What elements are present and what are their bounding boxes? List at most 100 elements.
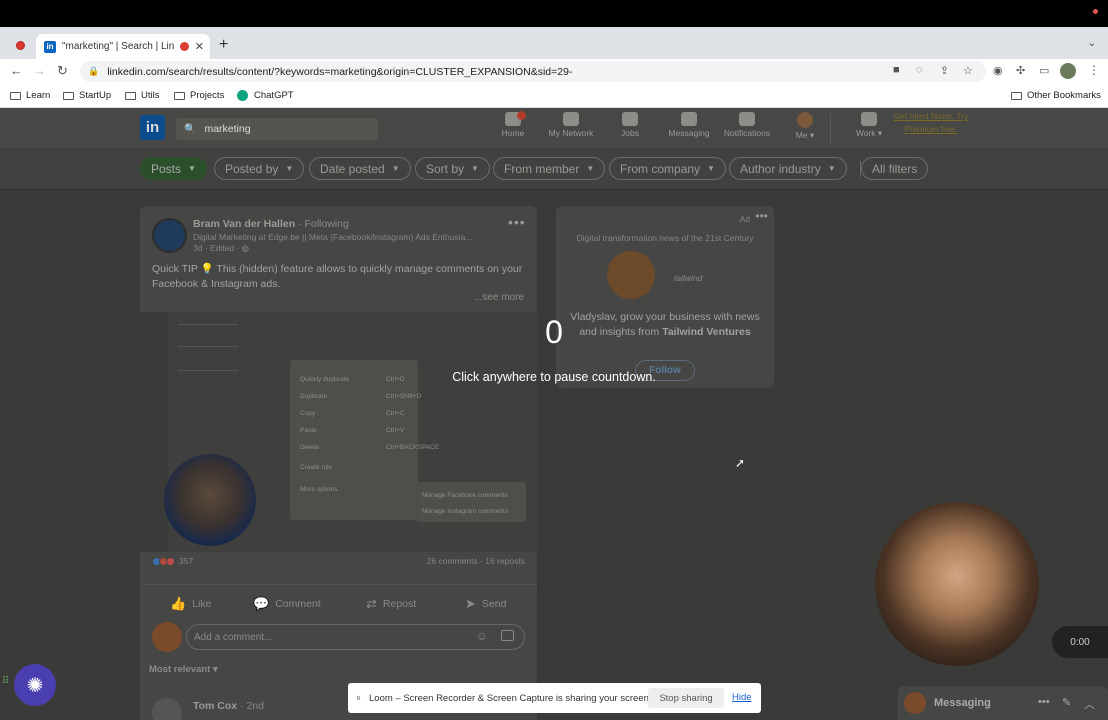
- back-icon[interactable]: ←: [10, 63, 23, 78]
- tab-search-chevron-icon[interactable]: ⌄: [1088, 38, 1096, 49]
- tab-close-icon[interactable]: ✕: [195, 40, 204, 53]
- heart-reaction-icon: [166, 556, 175, 566]
- all-filters-button[interactable]: All filters: [861, 157, 929, 180]
- nav-jobs[interactable]: Jobs: [600, 112, 660, 138]
- messaging-bar[interactable]: Messaging ••• ✎ ︿: [898, 686, 1108, 720]
- browser-menu-icon[interactable]: ⋮: [1088, 63, 1100, 77]
- compose-icon[interactable]: ✎: [1062, 696, 1071, 709]
- menu-row: More options: [300, 486, 338, 493]
- bookmarks-bar: Learn StartUp Utils Projects ChatGPT Oth…: [0, 86, 1108, 108]
- extension-icon[interactable]: ◉: [993, 64, 1003, 77]
- nav-me[interactable]: Me ▾: [775, 112, 835, 141]
- post-actions: 👍 Like 💬 Comment ⇄ Repost ➤ Send: [140, 584, 537, 618]
- messaging-more-icon[interactable]: •••: [1038, 696, 1050, 708]
- new-tab-button[interactable]: +: [219, 36, 228, 54]
- comment-sort-dropdown[interactable]: Most relevant ▾: [149, 664, 218, 675]
- countdown-number: 0: [545, 314, 563, 350]
- filter-sort-by[interactable]: Sort by ▼: [415, 157, 490, 180]
- comment-author-avatar[interactable]: [152, 698, 182, 720]
- recording-timer[interactable]: 0:00: [1052, 626, 1108, 658]
- post-more-icon[interactable]: •••: [508, 214, 526, 230]
- linkedin-logo[interactable]: in: [140, 115, 165, 140]
- side-panel-icon[interactable]: ▭: [1039, 64, 1049, 77]
- nav-my-network[interactable]: My Network: [541, 112, 601, 138]
- send-icon: ➤: [465, 596, 476, 611]
- ad-brand-logo: tailwind: [674, 273, 703, 283]
- forward-icon[interactable]: →: [33, 63, 46, 78]
- author-name[interactable]: Bram Van der Hallen · Following: [193, 218, 349, 230]
- send-button[interactable]: ➤ Send: [465, 596, 506, 612]
- browser-tab[interactable]: in "marketing" | Search | Linke ✕: [36, 34, 210, 59]
- nav-notifications[interactable]: Notifications: [717, 112, 777, 138]
- extensions-puzzle-icon[interactable]: ✣: [1016, 64, 1025, 77]
- like-button[interactable]: 👍 Like: [170, 596, 211, 612]
- nav-messaging[interactable]: Messaging: [659, 112, 719, 138]
- caret-down-icon: ▼: [586, 164, 595, 173]
- hide-link[interactable]: Hide: [732, 692, 752, 703]
- share-message: Loom – Screen Recorder & Screen Capture …: [369, 692, 652, 704]
- profile-avatar[interactable]: [1060, 63, 1076, 79]
- post-card: Bram Van der Hallen · Following Digital …: [140, 206, 537, 720]
- other-bookmarks[interactable]: Other Bookmarks: [1011, 90, 1101, 101]
- post-time: 3d · Edited · ◍: [193, 243, 250, 253]
- nav-work[interactable]: Work ▾: [839, 112, 899, 139]
- bookmark-startup[interactable]: StartUp: [63, 90, 111, 101]
- image-upload-icon[interactable]: [501, 630, 514, 641]
- search-input[interactable]: 🔍 marketing: [176, 118, 378, 140]
- loom-launcher-button[interactable]: ✺: [14, 664, 56, 706]
- eye-off-icon[interactable]: ◌: [916, 64, 923, 76]
- drag-handle-icon[interactable]: ⏸: [356, 693, 361, 704]
- caret-down-icon: ▼: [471, 164, 479, 173]
- commenter-avatar: [152, 622, 182, 652]
- bookmark-projects[interactable]: Projects: [174, 90, 224, 101]
- grid-icon: [861, 112, 877, 126]
- comment-button[interactable]: 💬 Comment: [253, 596, 321, 612]
- screen-share-bar: ⏸ Loom – Screen Recorder & Screen Captur…: [348, 683, 761, 713]
- reload-icon[interactable]: ↻: [57, 63, 68, 79]
- folder-icon: [10, 91, 21, 100]
- filter-author-industry[interactable]: Author industry ▼: [729, 157, 847, 180]
- presenter-photo: [164, 454, 256, 546]
- caret-down-icon: ▼: [285, 164, 294, 173]
- filter-posted-by[interactable]: Posted by ▼: [214, 157, 305, 180]
- chatgpt-icon: [237, 90, 248, 101]
- address-bar[interactable]: 🔒 linkedin.com/search/results/content/?k…: [80, 61, 986, 82]
- reactions-summary[interactable]: 357: [152, 556, 193, 566]
- comment-input[interactable]: Add a comment... ☺: [186, 624, 525, 650]
- share-icon[interactable]: ⇪: [940, 64, 949, 77]
- ad-more-icon[interactable]: •••: [755, 209, 768, 223]
- caret-down-icon: ▼: [188, 164, 196, 173]
- post-image[interactable]: Quickly duplicate Ctrl+D Duplicate Ctrl+Sh…: [140, 312, 537, 552]
- image-submenu: Manage Facebook comments Manage Instagra…: [416, 482, 526, 522]
- folder-icon: [1011, 91, 1022, 100]
- bookmark-learn[interactable]: Learn: [10, 90, 50, 101]
- drag-handle-icon[interactable]: ⠿: [2, 676, 9, 687]
- ad-subtitle: Digital transformation news of the 21st …: [576, 233, 754, 243]
- bookmark-utils[interactable]: Utils: [125, 90, 159, 101]
- image-context-menu: Quickly duplicate Ctrl+D Duplicate Ctrl+Sh…: [290, 360, 439, 520]
- repost-button[interactable]: ⇄ Repost: [366, 596, 416, 612]
- emoji-icon[interactable]: ☺: [476, 629, 488, 643]
- window-close-icon[interactable]: [16, 41, 25, 50]
- comments-reposts-count[interactable]: 26 comments · 16 reposts: [427, 556, 525, 566]
- webcam-bubble[interactable]: [875, 502, 1039, 666]
- see-more-link[interactable]: ...see more: [474, 292, 524, 303]
- camera-icon[interactable]: ■: [893, 64, 900, 76]
- countdown-hint[interactable]: Click anywhere to pause countdown.: [400, 370, 708, 384]
- image-list-line: [178, 324, 238, 325]
- nav-home[interactable]: Home: [483, 111, 543, 138]
- premium-promo-link[interactable]: Get hired faster. Try Premium free.: [892, 110, 970, 135]
- repost-icon: ⇄: [366, 596, 377, 611]
- ad-card: Ad ••• Digital transformation news of th…: [556, 206, 774, 388]
- author-avatar[interactable]: [152, 218, 187, 253]
- bookmark-chatgpt[interactable]: ChatGPT: [237, 90, 294, 101]
- filter-from-company[interactable]: From company ▼: [609, 157, 726, 180]
- filter-from-member[interactable]: From member ▼: [493, 157, 606, 180]
- stop-sharing-button[interactable]: Stop sharing: [648, 688, 724, 708]
- filter-date-posted[interactable]: Date posted ▼: [309, 157, 411, 180]
- me-avatar: [797, 112, 813, 128]
- bookmark-star-icon[interactable]: ☆: [963, 64, 973, 77]
- comment-author-name[interactable]: Tom Cox · 2nd: [193, 700, 264, 712]
- chevron-up-icon[interactable]: ︿: [1084, 696, 1095, 712]
- filter-posts[interactable]: Posts ▼: [140, 157, 207, 180]
